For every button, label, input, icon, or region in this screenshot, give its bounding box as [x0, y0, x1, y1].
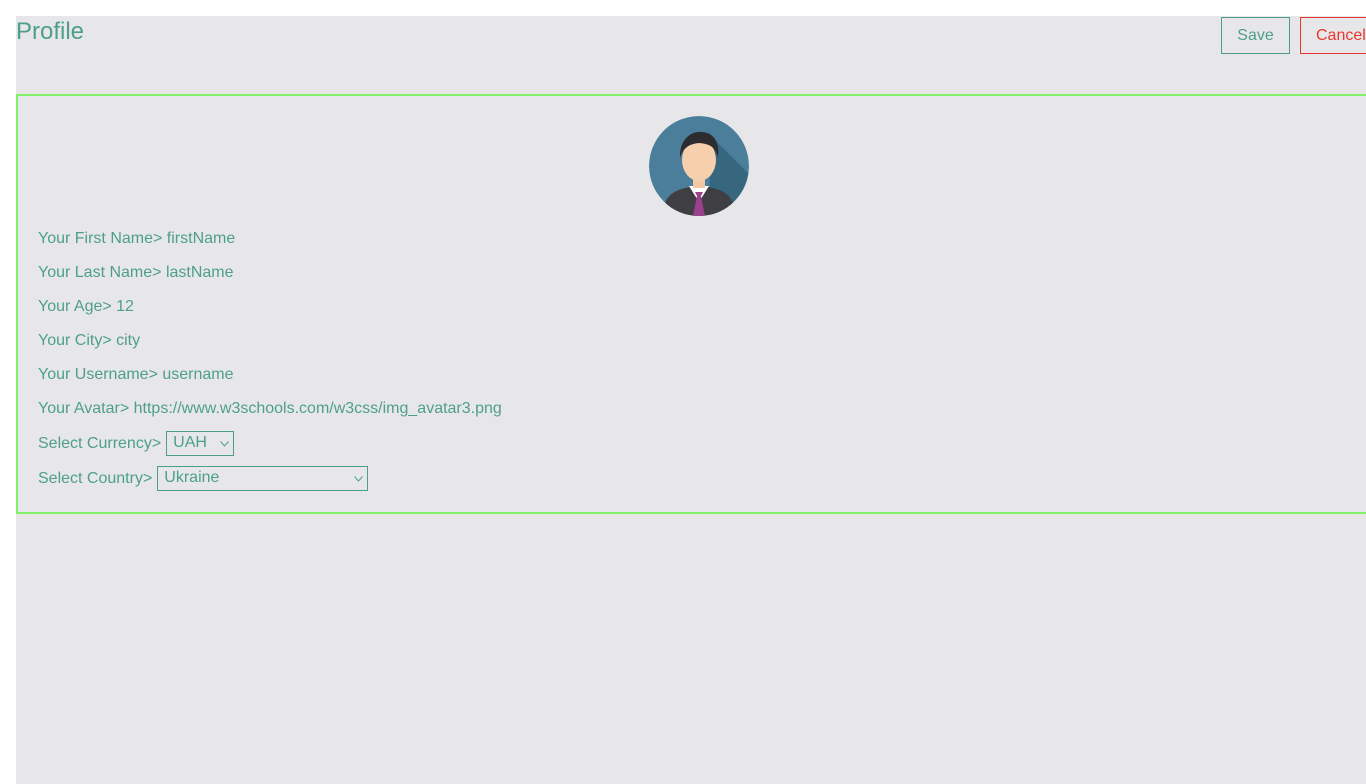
country-select[interactable]: Ukraine	[157, 466, 369, 491]
chevron-down-icon	[220, 441, 230, 447]
avatar-url-label: Your Avatar>	[38, 400, 130, 417]
country-row: Select Country> Ukraine	[38, 466, 369, 491]
last-name-row: Your Last Name> lastName	[38, 263, 234, 283]
user-avatar-icon	[649, 116, 749, 216]
age-value: 12	[116, 298, 134, 315]
city-row: Your City> city	[38, 331, 140, 351]
username-row: Your Username> username	[38, 365, 234, 385]
first-name-row: Your First Name> firstName	[38, 229, 235, 249]
last-name-value: lastName	[165, 264, 234, 281]
age-label: Your Age>	[38, 298, 112, 315]
currency-select[interactable]: UAH	[166, 431, 235, 456]
first-name-label: Your First Name>	[38, 230, 163, 247]
username-value: username	[162, 366, 234, 383]
age-row: Your Age> 12	[38, 297, 134, 317]
avatar-url-row: Your Avatar> https://www.w3schools.com/w…	[38, 399, 502, 419]
chevron-down-icon	[354, 476, 364, 482]
profile-card: Your First Name> firstName Your Last Nam…	[16, 94, 1366, 514]
currency-label: Select Currency>	[38, 434, 162, 452]
first-name-value: firstName	[166, 230, 236, 247]
save-button[interactable]: Save	[1221, 17, 1290, 54]
country-selected-value: Ukraine	[164, 469, 220, 486]
profile-page: Profile Save Cancel Your First Name> fir…	[16, 16, 1366, 784]
currency-row: Select Currency> UAH	[38, 431, 235, 456]
username-label: Your Username>	[38, 366, 158, 383]
country-label: Select Country>	[38, 469, 153, 487]
city-label: Your City>	[38, 332, 112, 349]
currency-selected-value: UAH	[173, 434, 207, 451]
cancel-button[interactable]: Cancel	[1300, 17, 1366, 54]
last-name-label: Your Last Name>	[38, 264, 162, 281]
city-value: city	[116, 332, 141, 349]
avatar-url-value: https://www.w3schools.com/w3css/img_avat…	[133, 400, 502, 417]
page-title: Profile	[16, 18, 85, 45]
